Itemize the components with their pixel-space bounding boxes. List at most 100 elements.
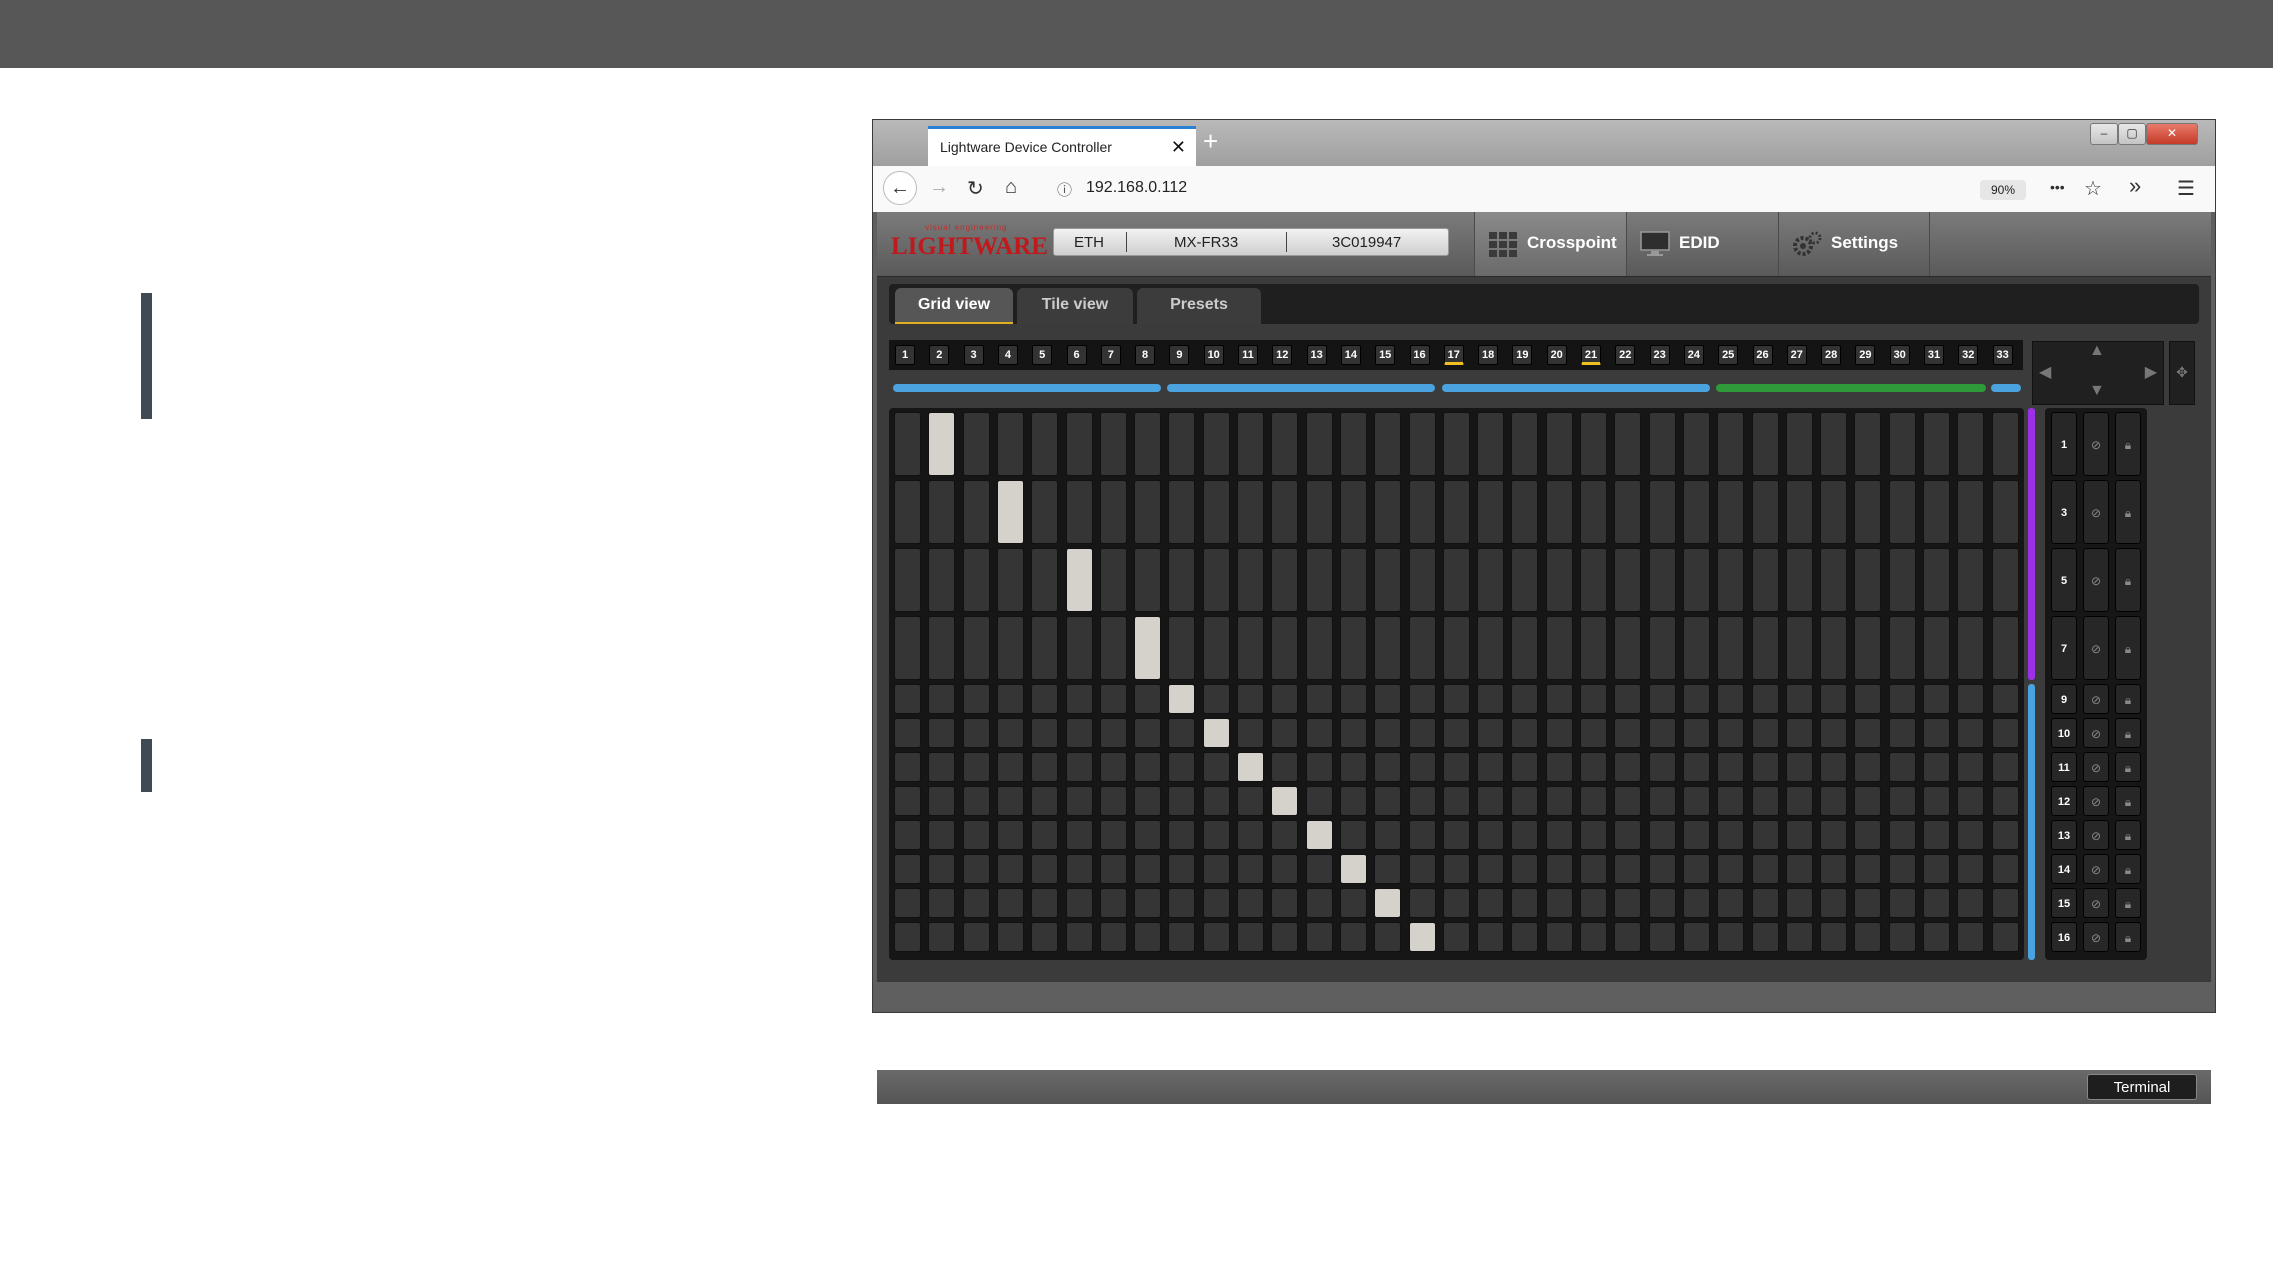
output-port-5[interactable]: 5 xyxy=(2051,548,2077,612)
crosspoint-cell[interactable] xyxy=(1991,480,2019,544)
crosspoint-cell[interactable] xyxy=(1408,922,1436,952)
crosspoint-cell[interactable] xyxy=(1888,718,1916,748)
lock-icon[interactable]: 🔒︎ xyxy=(2115,922,2141,952)
crosspoint-cell[interactable] xyxy=(1099,684,1127,714)
crosspoint-cell[interactable] xyxy=(1477,854,1505,884)
crosspoint-cell[interactable] xyxy=(1134,616,1162,680)
mute-icon[interactable]: ⊘ xyxy=(2083,684,2109,714)
crosspoint-cell[interactable] xyxy=(1168,480,1196,544)
crosspoint-cell[interactable] xyxy=(1339,548,1367,612)
move-icon[interactable]: ✥ xyxy=(2169,341,2195,405)
crosspoint-cell[interactable] xyxy=(1820,854,1848,884)
crosspoint-cell[interactable] xyxy=(1957,786,1985,816)
crosspoint-cell[interactable] xyxy=(1717,616,1745,680)
crosspoint-cell[interactable] xyxy=(962,412,990,476)
crosspoint-cell[interactable] xyxy=(1648,786,1676,816)
crosspoint-cell[interactable] xyxy=(1374,854,1402,884)
crosspoint-cell[interactable] xyxy=(1477,786,1505,816)
input-port-18[interactable]: 18 xyxy=(1478,345,1499,365)
arrow-up-icon[interactable]: ▲ xyxy=(2089,342,2105,360)
crosspoint-cell[interactable] xyxy=(1751,718,1779,748)
crosspoint-cell[interactable] xyxy=(1202,718,1230,748)
input-port-31[interactable]: 31 xyxy=(1924,345,1944,365)
crosspoint-cell[interactable] xyxy=(1648,548,1676,612)
crosspoint-cell[interactable] xyxy=(1991,854,2019,884)
input-port-10[interactable]: 10 xyxy=(1203,345,1224,365)
crosspoint-cell[interactable] xyxy=(1923,752,1950,782)
crosspoint-cell[interactable] xyxy=(1511,412,1539,476)
mute-icon[interactable]: ⊘ xyxy=(2083,616,2109,680)
crosspoint-cell[interactable] xyxy=(1991,820,2019,850)
crosspoint-cell[interactable] xyxy=(1271,820,1299,850)
home-button[interactable]: ⌂ xyxy=(1005,176,1017,199)
crosspoint-cell[interactable] xyxy=(1442,922,1470,952)
crosspoint-cell[interactable] xyxy=(1854,854,1882,884)
crosspoint-cell[interactable] xyxy=(996,480,1024,544)
crosspoint-cell[interactable] xyxy=(1785,752,1813,782)
input-port-7[interactable]: 7 xyxy=(1100,345,1121,365)
crosspoint-cell[interactable] xyxy=(1820,684,1848,714)
crosspoint-cell[interactable] xyxy=(996,854,1024,884)
crosspoint-cell[interactable] xyxy=(1305,718,1333,748)
output-port-15[interactable]: 15 xyxy=(2051,888,2077,918)
crosspoint-cell[interactable] xyxy=(1511,752,1539,782)
output-port-1[interactable]: 1 xyxy=(2051,412,2077,476)
crosspoint-cell[interactable] xyxy=(1031,820,1059,850)
url-field[interactable]: 192.168.0.112 xyxy=(1086,179,1187,197)
crosspoint-cell[interactable] xyxy=(1580,854,1607,884)
crosspoint-cell[interactable] xyxy=(894,684,921,714)
crosspoint-cell[interactable] xyxy=(1065,922,1093,952)
crosspoint-cell[interactable] xyxy=(1031,718,1059,748)
mute-icon[interactable]: ⊘ xyxy=(2083,718,2109,748)
back-button[interactable]: ← xyxy=(883,171,917,205)
crosspoint-cell[interactable] xyxy=(1545,616,1573,680)
crosspoint-cell[interactable] xyxy=(1648,684,1676,714)
crosspoint-cell[interactable] xyxy=(1785,616,1813,680)
crosspoint-cell[interactable] xyxy=(1339,684,1367,714)
crosspoint-cell[interactable] xyxy=(1923,922,1950,952)
crosspoint-cell[interactable] xyxy=(1477,820,1505,850)
crosspoint-cell[interactable] xyxy=(1545,820,1573,850)
crosspoint-cell[interactable] xyxy=(1271,412,1299,476)
crosspoint-cell[interactable] xyxy=(1511,786,1539,816)
crosspoint-cell[interactable] xyxy=(1545,854,1573,884)
crosspoint-cell[interactable] xyxy=(1648,820,1676,850)
crosspoint-cell[interactable] xyxy=(1408,752,1436,782)
crosspoint-cell[interactable] xyxy=(1682,480,1710,544)
crosspoint-cell[interactable] xyxy=(1442,684,1470,714)
mute-icon[interactable]: ⊘ xyxy=(2083,480,2109,544)
crosspoint-cell[interactable] xyxy=(1031,616,1059,680)
crosspoint-cell[interactable] xyxy=(1682,922,1710,952)
crosspoint-cell[interactable] xyxy=(1065,888,1093,918)
crosspoint-cell[interactable] xyxy=(962,922,990,952)
crosspoint-cell[interactable] xyxy=(1031,888,1059,918)
crosspoint-cell[interactable] xyxy=(1168,616,1196,680)
crosspoint-cell[interactable] xyxy=(1682,412,1710,476)
crosspoint-cell[interactable] xyxy=(1648,752,1676,782)
input-port-2[interactable]: 2 xyxy=(929,345,950,365)
crosspoint-cell[interactable] xyxy=(1339,888,1367,918)
crosspoint-cell[interactable] xyxy=(1237,888,1264,918)
crosspoint-cell[interactable] xyxy=(1065,820,1093,850)
crosspoint-cell[interactable] xyxy=(1202,412,1230,476)
crosspoint-cell[interactable] xyxy=(1648,616,1676,680)
crosspoint-cell[interactable] xyxy=(1031,412,1059,476)
lock-icon[interactable]: 🔒︎ xyxy=(2115,718,2141,748)
close-tab-icon[interactable]: ✕ xyxy=(1171,137,1186,158)
mute-icon[interactable]: ⊘ xyxy=(2083,888,2109,918)
crosspoint-cell[interactable] xyxy=(996,922,1024,952)
crosspoint-cell[interactable] xyxy=(1820,888,1848,918)
crosspoint-cell[interactable] xyxy=(1545,922,1573,952)
crosspoint-cell[interactable] xyxy=(1305,820,1333,850)
crosspoint-cell[interactable] xyxy=(928,888,956,918)
lock-icon[interactable]: 🔒︎ xyxy=(2115,684,2141,714)
crosspoint-cell[interactable] xyxy=(1751,752,1779,782)
output-port-16[interactable]: 16 xyxy=(2051,922,2077,952)
crosspoint-cell[interactable] xyxy=(1202,548,1230,612)
crosspoint-cell[interactable] xyxy=(1374,684,1402,714)
crosspoint-cell[interactable] xyxy=(1648,888,1676,918)
crosspoint-cell[interactable] xyxy=(1511,616,1539,680)
crosspoint-cell[interactable] xyxy=(962,718,990,748)
crosspoint-cell[interactable] xyxy=(1991,888,2019,918)
crosspoint-cell[interactable] xyxy=(1202,480,1230,544)
